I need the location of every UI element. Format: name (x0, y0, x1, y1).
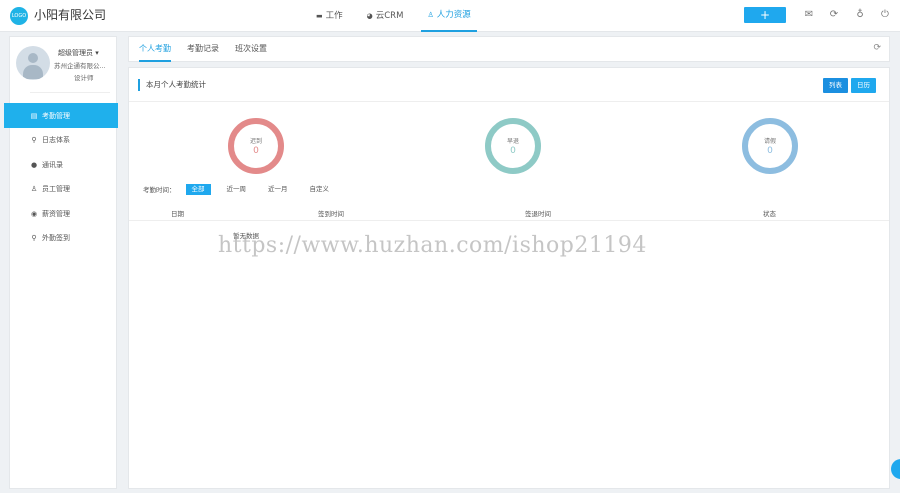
stat-late-value: 0 (253, 146, 259, 156)
table-header: 日期 签到时间 签退时间 状态 (129, 205, 889, 221)
stat-early-leave-ring: 早退 0 (485, 118, 541, 174)
column-status[interactable]: 状态 (763, 208, 776, 218)
attendance-panel: 本月个人考勤统计 列表 日历 迟到 0 早退 0 请假 0 考勤时间： 全部 近… (128, 67, 890, 489)
refresh-icon[interactable]: ⟳ (873, 43, 881, 53)
section-title: 本月个人考勤统计 (138, 79, 206, 91)
top-nav: ▬ 工作 ◕ 云CRM ♙ 人力资源 (310, 0, 489, 32)
sidebar-item-label: 日志体系 (42, 136, 70, 145)
sidebar: 超级管理员 ▾ 苏州企通有限公... 设计师 ▤ 考勤管理 ⚲ 日志体系 ● 通… (4, 36, 118, 489)
sidebar-item-label: 薪资管理 (42, 209, 70, 218)
tab-personal-attendance[interactable]: 个人考勤 (139, 37, 171, 62)
stat-leave-value: 0 (767, 146, 773, 156)
contact-icon: ● (30, 160, 38, 169)
sidebar-item-label: 通讯录 (42, 160, 63, 169)
stat-late-ring: 迟到 0 (228, 118, 284, 174)
caret-down-icon: ▾ (95, 49, 99, 57)
people-icon: ♙ (427, 11, 434, 19)
location-icon: ⚲ (31, 136, 37, 145)
stat-early-leave-label: 早退 (506, 138, 519, 145)
user-name[interactable]: 超级管理员 ▾ (58, 48, 99, 58)
sidebar-item-attendance[interactable]: ▤ 考勤管理 (4, 103, 118, 128)
power-icon[interactable]: ⏻ (878, 8, 892, 22)
filter-custom[interactable]: 自定义 (304, 184, 336, 195)
tab-bar: 个人考勤 考勤记录 班次设置 ⟳ (128, 36, 890, 62)
filter-label: 考勤时间： (143, 186, 176, 194)
nav-item-label: 工作 (325, 11, 343, 21)
divider (30, 92, 110, 93)
watermark: https://www.huzhan.com/ishop21194 (218, 233, 647, 258)
avatar[interactable] (16, 46, 50, 80)
nav-item-work[interactable]: ▬ 工作 (310, 0, 349, 32)
tab-attendance-records[interactable]: 考勤记录 (187, 37, 219, 62)
stat-leave-label: 请假 (763, 138, 776, 145)
sidebar-item-salary[interactable]: ◉ 薪资管理 (4, 202, 118, 227)
stat-leave-ring: 请假 0 (742, 118, 798, 174)
sidebar-item-label: 员工管理 (42, 185, 70, 194)
column-checkout-time[interactable]: 签退时间 (525, 208, 551, 218)
sync-icon[interactable]: ⟳ (827, 8, 841, 22)
briefcase-icon: ▬ (316, 12, 323, 20)
help-chat-button[interactable] (891, 459, 900, 479)
clipboard-icon: ▤ (30, 111, 38, 120)
user-company: 苏州企通有限公... (54, 62, 106, 70)
calendar-view-button[interactable]: 日历 (851, 78, 876, 93)
sidebar-item-log[interactable]: ⚲ 日志体系 (4, 128, 118, 153)
filter-last-week[interactable]: 近一周 (221, 184, 253, 195)
nav-item-label: 云CRM (375, 11, 404, 21)
column-checkin-time[interactable]: 签到时间 (318, 208, 344, 218)
staff-icon: ♙ (30, 185, 38, 194)
company-name: 小阳有限公司 (34, 8, 107, 22)
stat-early-leave-value: 0 (510, 146, 516, 156)
mail-icon[interactable]: ✉ (802, 8, 816, 22)
filter-all[interactable]: 全部 (185, 183, 211, 195)
sidebar-item-label: 考勤管理 (42, 111, 70, 120)
user-title: 设计师 (74, 74, 94, 82)
divider (129, 101, 889, 102)
sidebar-menu: ▤ 考勤管理 ⚲ 日志体系 ● 通讯录 ♙ 员工管理 ◉ 薪资管理 ⚲ 外勤签到 (4, 103, 118, 251)
stat-late-label: 迟到 (249, 138, 262, 145)
nav-item-label: 人力资源 (436, 10, 471, 20)
money-icon: ◉ (30, 209, 38, 218)
column-date[interactable]: 日期 (171, 208, 184, 218)
location-icon: ⚲ (31, 234, 37, 243)
tab-shift-settings[interactable]: 班次设置 (235, 37, 267, 62)
nav-item-crm[interactable]: ◕ 云CRM (361, 0, 410, 32)
list-view-button[interactable]: 列表 (823, 78, 848, 93)
sidebar-item-checkin[interactable]: ⚲ 外勤签到 (4, 226, 118, 251)
pie-icon: ◕ (366, 12, 373, 20)
lightbulb-icon[interactable]: ♁ (853, 8, 867, 22)
company-logo: LOGO (10, 7, 28, 25)
time-filter: 考勤时间： 全部 近一周 近一月 自定义 (143, 183, 335, 195)
nav-item-hr[interactable]: ♙ 人力资源 (421, 0, 477, 32)
sidebar-item-label: 外勤签到 (42, 234, 70, 243)
filter-last-month[interactable]: 近一月 (262, 184, 294, 195)
sidebar-item-contacts[interactable]: ● 通讯录 (4, 153, 118, 178)
sidebar-item-staff[interactable]: ♙ 员工管理 (4, 177, 118, 202)
add-button[interactable]: + (744, 7, 786, 23)
top-bar: LOGO 小阳有限公司 ▬ 工作 ◕ 云CRM ♙ 人力资源 + ✉ ⟳ ♁ ⏻ (0, 0, 900, 32)
